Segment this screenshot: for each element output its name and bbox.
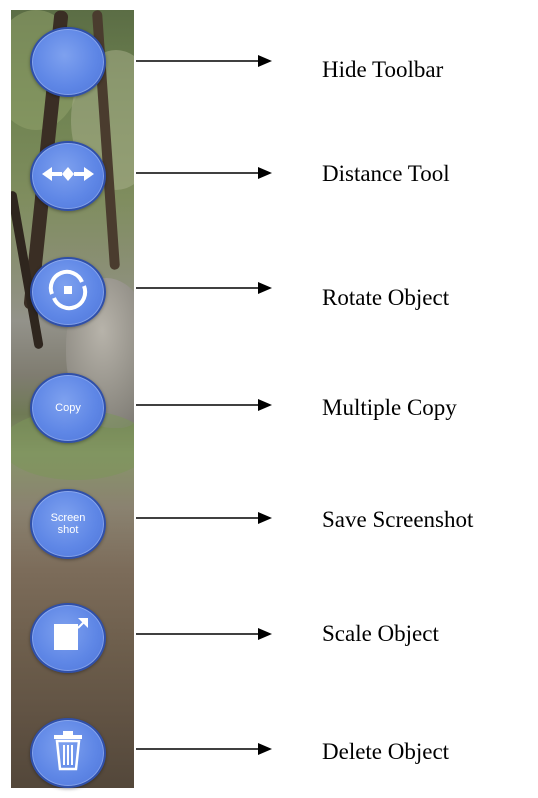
distance-tool-button[interactable] bbox=[30, 141, 106, 211]
screenshot-button-text: Screen shot bbox=[50, 512, 86, 536]
trash-icon bbox=[48, 729, 88, 778]
scale-object-label: Scale Object bbox=[322, 621, 439, 646]
distance-tool-label: Distance Tool bbox=[322, 161, 450, 186]
scale-square-icon bbox=[44, 612, 92, 665]
arrow-connector bbox=[136, 398, 272, 412]
arrow-connector bbox=[136, 54, 272, 68]
rotate-object-button[interactable] bbox=[30, 257, 106, 327]
delete-object-label: Delete Object bbox=[322, 739, 450, 764]
delete-object-button[interactable] bbox=[30, 718, 106, 788]
save-screenshot-button[interactable]: Screen shot bbox=[30, 489, 106, 559]
arrow-connector bbox=[136, 281, 272, 295]
multiple-copy-button[interactable]: Copy bbox=[30, 373, 106, 443]
arrow-connector bbox=[136, 511, 272, 525]
arrow-connector bbox=[136, 742, 272, 756]
rotate-circle-icon bbox=[42, 264, 94, 321]
multiple-copy-label: Multiple Copy bbox=[322, 395, 457, 420]
arrow-connector bbox=[136, 166, 272, 180]
scale-object-button[interactable] bbox=[30, 603, 106, 673]
rotate-object-label: Rotate Object bbox=[322, 285, 450, 310]
hide-toolbar-label: Hide Toolbar bbox=[322, 57, 444, 82]
hide-toolbar-button[interactable] bbox=[30, 27, 106, 97]
save-screenshot-label: Save Screenshot bbox=[322, 507, 474, 532]
distance-arrows-icon bbox=[38, 162, 98, 191]
copy-button-text: Copy bbox=[55, 402, 81, 414]
arrow-connector bbox=[136, 627, 272, 641]
